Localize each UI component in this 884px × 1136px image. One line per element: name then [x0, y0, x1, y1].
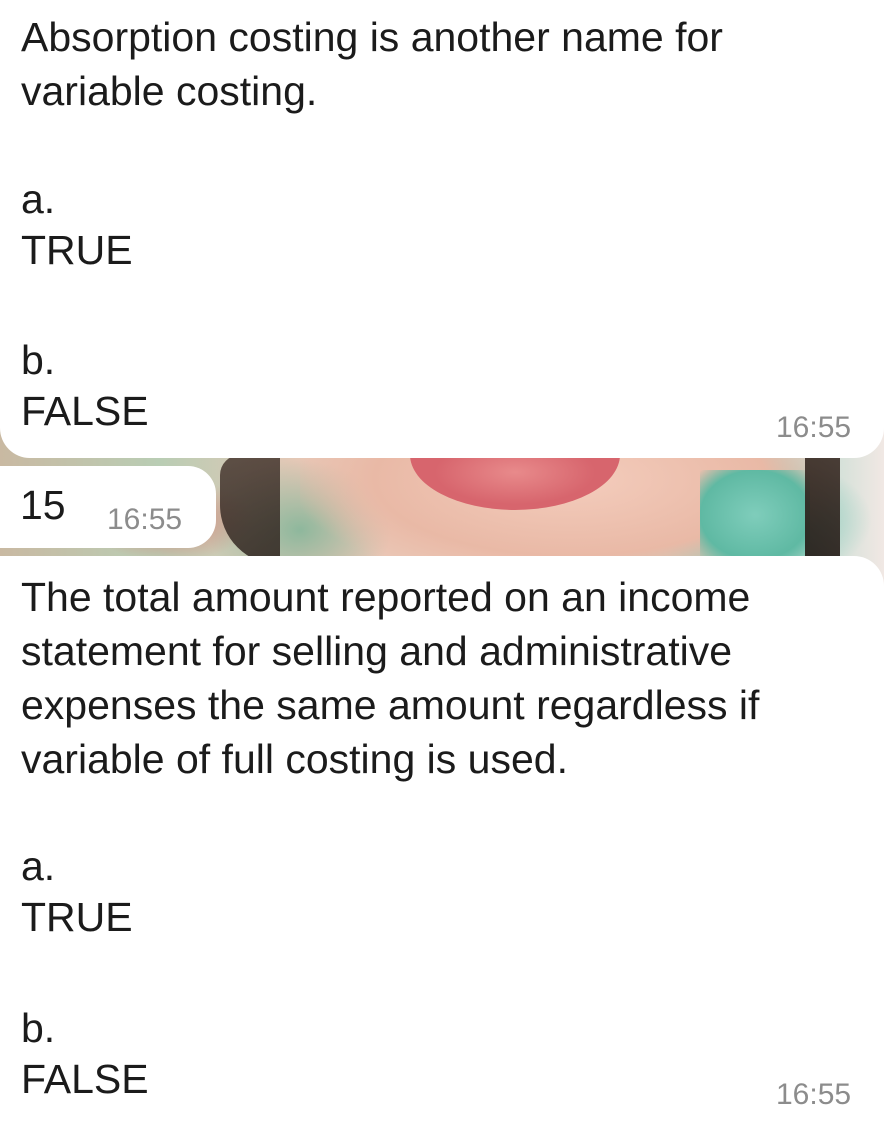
option-letter: b.	[21, 1005, 56, 1051]
wallpaper-photo-hair	[805, 455, 840, 565]
chat-message[interactable]: 15 16:55	[0, 466, 216, 548]
option-letter: a.	[21, 843, 56, 889]
wallpaper-photo-scarf	[700, 470, 810, 560]
wallpaper-photo-hair	[220, 455, 280, 565]
message-timestamp: 16:55	[776, 1078, 852, 1111]
option-letter: b.	[21, 337, 56, 383]
option-letter: a.	[21, 176, 56, 222]
message-text: The total amount reported on an income s…	[21, 574, 771, 782]
message-timestamp: 16:55	[776, 411, 852, 444]
message-timestamp: 16:55	[107, 503, 183, 536]
message-text: 15	[20, 482, 66, 528]
chat-message[interactable]: The total amount reported on an income s…	[0, 556, 884, 1136]
option-value: FALSE	[21, 1056, 149, 1102]
message-text: Absorption costing is another name for v…	[21, 14, 735, 114]
option-value: TRUE	[21, 894, 133, 940]
chat-message[interactable]: Absorption costing is another name for v…	[0, 0, 884, 458]
option-value: FALSE	[21, 388, 149, 434]
option-value: TRUE	[21, 227, 133, 273]
